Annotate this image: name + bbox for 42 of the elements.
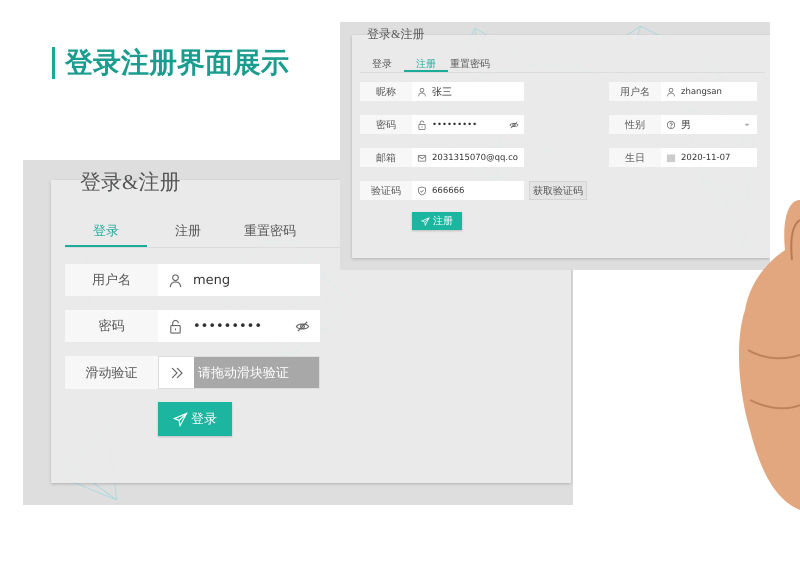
question-circle-icon bbox=[666, 120, 676, 130]
double-chevron-icon bbox=[168, 364, 184, 380]
field-label: 昵称 bbox=[360, 82, 412, 101]
field-label: 邮箱 bbox=[360, 148, 412, 167]
slide-title: 登录注册界面展示 bbox=[65, 45, 289, 81]
tab[interactable]: 登录 bbox=[360, 57, 404, 72]
field-label: 密码 bbox=[65, 310, 158, 342]
tab[interactable]: 重置密码 bbox=[229, 217, 311, 247]
envelope-icon bbox=[417, 152, 427, 162]
tab[interactable]: 重置密码 bbox=[448, 57, 492, 72]
input-field[interactable]: ••••••••• bbox=[412, 115, 524, 134]
eye-slash-icon bbox=[295, 318, 310, 334]
field-label: 验证码 bbox=[360, 181, 412, 200]
panel-heading: 登录&注册 bbox=[80, 169, 180, 196]
input-field[interactable]: 2031315070@qq.co bbox=[412, 148, 524, 167]
field-label: 用户名 bbox=[609, 82, 661, 101]
field-label: 生日 bbox=[609, 148, 661, 167]
user-icon bbox=[168, 272, 183, 288]
shield-check-icon bbox=[417, 186, 427, 196]
input-field[interactable]: ••••••••• bbox=[158, 310, 320, 342]
input-field[interactable]: meng bbox=[158, 264, 320, 296]
user-icon bbox=[666, 86, 676, 96]
slider-handle[interactable] bbox=[159, 357, 194, 388]
padlock-icon bbox=[168, 318, 183, 334]
field-label: 密码 bbox=[360, 115, 412, 134]
input-field[interactable]: 张三 bbox=[412, 82, 524, 101]
eye-slash-icon bbox=[509, 120, 519, 130]
input-field[interactable]: zhangsan bbox=[661, 82, 757, 101]
paper-plane-icon bbox=[421, 216, 430, 226]
tab[interactable]: 注册 bbox=[147, 217, 229, 247]
field-label: 用户名 bbox=[65, 264, 158, 296]
slider-hint: 请拖动滑块验证 bbox=[197, 364, 289, 382]
date-field[interactable]: 2020-11-07 bbox=[661, 148, 757, 167]
padlock-icon bbox=[417, 120, 427, 130]
field-label: 性别 bbox=[609, 115, 661, 134]
select-field[interactable]: 男 bbox=[661, 115, 757, 134]
get-code-button[interactable]: 获取验证码 bbox=[529, 181, 587, 200]
panel-heading: 登录&注册 bbox=[367, 26, 424, 43]
user-icon bbox=[417, 86, 427, 96]
paper-plane-icon bbox=[173, 412, 188, 426]
input-field[interactable]: 666666 bbox=[412, 181, 524, 200]
field-label: 滑动验证 bbox=[65, 356, 158, 389]
